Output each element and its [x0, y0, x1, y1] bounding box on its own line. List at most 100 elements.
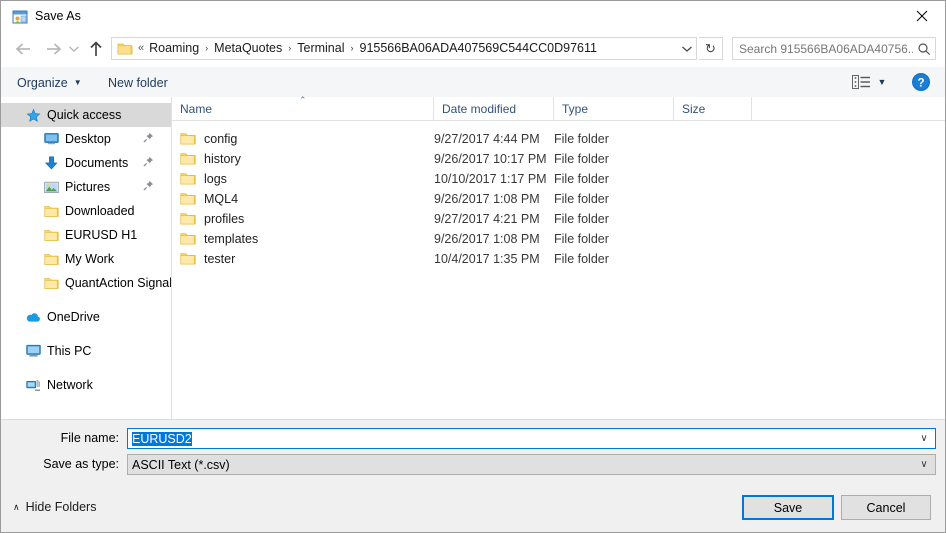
sidebar-item-pictures[interactable]: Pictures [1, 175, 171, 199]
file-date-cell: 9/27/2017 4:21 PM [434, 212, 540, 226]
file-date-cell: 9/27/2017 4:44 PM [434, 132, 540, 146]
close-button[interactable] [899, 1, 945, 31]
sidebar-item-this-pc[interactable]: This PC [1, 339, 171, 363]
chevron-down-icon[interactable]: ∨ [913, 433, 935, 444]
sidebar-item-label: Documents [65, 156, 129, 170]
file-name-cell: profiles [180, 209, 244, 229]
save-as-dialog: Save As « Roaming › MetaQuotes › Termina… [0, 0, 946, 533]
address-bar[interactable]: « Roaming › MetaQuotes › Terminal › 9155… [111, 37, 697, 60]
search-box[interactable]: Search 915566BA06ADA40756... [732, 37, 936, 60]
column-header-label: Date modified [442, 101, 517, 116]
table-row[interactable]: history 9/26/2017 10:17 PM File folder [172, 149, 945, 169]
view-dropdown-button[interactable]: ▼ [873, 71, 891, 93]
table-row[interactable]: tester 10/4/2017 1:35 PM File folder [172, 249, 945, 269]
file-name-cell: logs [180, 169, 227, 189]
sidebar-item-downloaded[interactable]: Downloaded [1, 199, 171, 223]
sidebar-item-eurusd-h1[interactable]: EURUSD H1 [1, 223, 171, 247]
column-header-size[interactable]: Size [674, 97, 752, 120]
table-row[interactable]: MQL4 9/26/2017 1:08 PM File folder [172, 189, 945, 209]
new-folder-button[interactable]: New folder [108, 72, 168, 93]
pictures-icon [43, 179, 59, 195]
organize-button[interactable]: Organize ▼ [17, 72, 82, 93]
up-button[interactable] [83, 36, 109, 62]
file-name-label: config [204, 132, 238, 146]
navigation-bar: « Roaming › MetaQuotes › Terminal › 9155… [1, 32, 945, 67]
file-name-input[interactable]: EURUSD2 ∨ [127, 428, 936, 449]
column-header-label: Size [682, 101, 706, 116]
breadcrumb-separator[interactable]: › [348, 38, 357, 59]
hide-folders-button[interactable]: ∧ Hide Folders [13, 500, 96, 514]
column-header-label: Type [562, 101, 589, 116]
file-name-value[interactable]: EURUSD2 [128, 431, 913, 446]
view-layout-icon [851, 74, 870, 89]
table-row[interactable]: templates 9/26/2017 1:08 PM File folder [172, 229, 945, 249]
address-dropdown-button[interactable] [676, 37, 698, 60]
address-overflow-indicator[interactable]: « [136, 38, 146, 59]
file-name-cell: history [180, 149, 241, 169]
column-header-label: Name [180, 101, 213, 116]
forward-button[interactable] [40, 36, 66, 62]
recent-locations-button[interactable] [65, 36, 83, 62]
save-as-type-select[interactable]: ASCII Text (*.csv) ∨ [127, 454, 936, 475]
sidebar-item-label: Quick access [47, 108, 122, 122]
table-row[interactable]: logs 10/10/2017 1:17 PM File folder [172, 169, 945, 189]
sidebar-item-quick-access[interactable]: Quick access [1, 103, 171, 127]
breadcrumb-separator[interactable]: › [285, 38, 294, 59]
help-button[interactable]: ? [911, 72, 931, 92]
sidebar-item-my-work[interactable]: My Work [1, 247, 171, 271]
sidebar-item-label: This PC [47, 344, 92, 358]
column-headers: Name ⌃ Date modified Type Size [172, 95, 945, 121]
svg-text:?: ? [917, 78, 924, 90]
arrow-left-icon [15, 43, 30, 55]
search-input[interactable]: Search 915566BA06ADA40756... [733, 42, 913, 56]
breadcrumb-separator[interactable]: › [202, 38, 211, 59]
sort-ascending-icon: ⌃ [299, 95, 307, 105]
file-date-cell: 10/4/2017 1:35 PM [434, 252, 540, 266]
breadcrumb-item-metaquotes[interactable]: MetaQuotes [211, 38, 285, 59]
save-as-type-value: ASCII Text (*.csv) [132, 457, 230, 472]
file-type-cell: File folder [554, 152, 609, 166]
selected-text: EURUSD2 [132, 431, 192, 446]
column-header-name[interactable]: Name ⌃ [172, 95, 434, 120]
arrow-up-icon [90, 40, 102, 56]
breadcrumb-item-terminal[interactable]: Terminal [294, 38, 347, 59]
pin-icon[interactable] [143, 180, 154, 194]
star-icon [25, 107, 41, 123]
chevron-down-icon[interactable]: ∨ [913, 459, 935, 470]
column-header-date-modified[interactable]: Date modified [434, 97, 554, 120]
table-row[interactable]: profiles 9/27/2017 4:21 PM File folder [172, 209, 945, 229]
pin-icon[interactable] [143, 156, 154, 170]
file-date-cell: 10/10/2017 1:17 PM [434, 172, 547, 186]
breadcrumb-item-current-folder[interactable]: 915566BA06ADA407569C544CC0D97611 [357, 38, 600, 59]
sidebar-item-documents[interactable]: Documents [1, 151, 171, 175]
file-name-cell: tester [180, 249, 235, 269]
save-button[interactable]: Save [742, 495, 834, 520]
breadcrumb-item-roaming[interactable]: Roaming [146, 38, 202, 59]
column-header-type[interactable]: Type [554, 97, 674, 120]
folder-icon [43, 251, 59, 267]
table-row[interactable]: config 9/27/2017 4:44 PM File folder [172, 129, 945, 149]
save-form: File name: EURUSD2 ∨ Save as type: ASCII… [1, 419, 945, 488]
file-type-cell: File folder [554, 132, 609, 146]
title-bar: Save As [1, 1, 945, 33]
onedrive-icon [25, 309, 41, 325]
refresh-button[interactable]: ↻ [699, 37, 723, 60]
folder-icon [43, 227, 59, 243]
sidebar-item-quantaction-signal[interactable]: QuantAction Signal [1, 271, 171, 295]
folder-icon [180, 192, 196, 206]
chevron-down-icon [682, 46, 692, 52]
main-content: Quick access Desktop Documents Pictures … [1, 95, 945, 419]
file-name-label: templates [204, 232, 259, 246]
search-icon [913, 42, 935, 56]
pin-icon[interactable] [143, 132, 154, 146]
sidebar-item-label: Network [47, 378, 93, 392]
file-name-cell: config [180, 129, 237, 149]
sidebar-item-network[interactable]: Network [1, 373, 171, 397]
sidebar-item-onedrive[interactable]: OneDrive [1, 305, 171, 329]
back-button[interactable] [10, 36, 36, 62]
cancel-button[interactable]: Cancel [841, 495, 931, 520]
folder-icon [180, 132, 196, 146]
sidebar-item-desktop[interactable]: Desktop [1, 127, 171, 151]
view-layout-button[interactable] [849, 71, 873, 93]
